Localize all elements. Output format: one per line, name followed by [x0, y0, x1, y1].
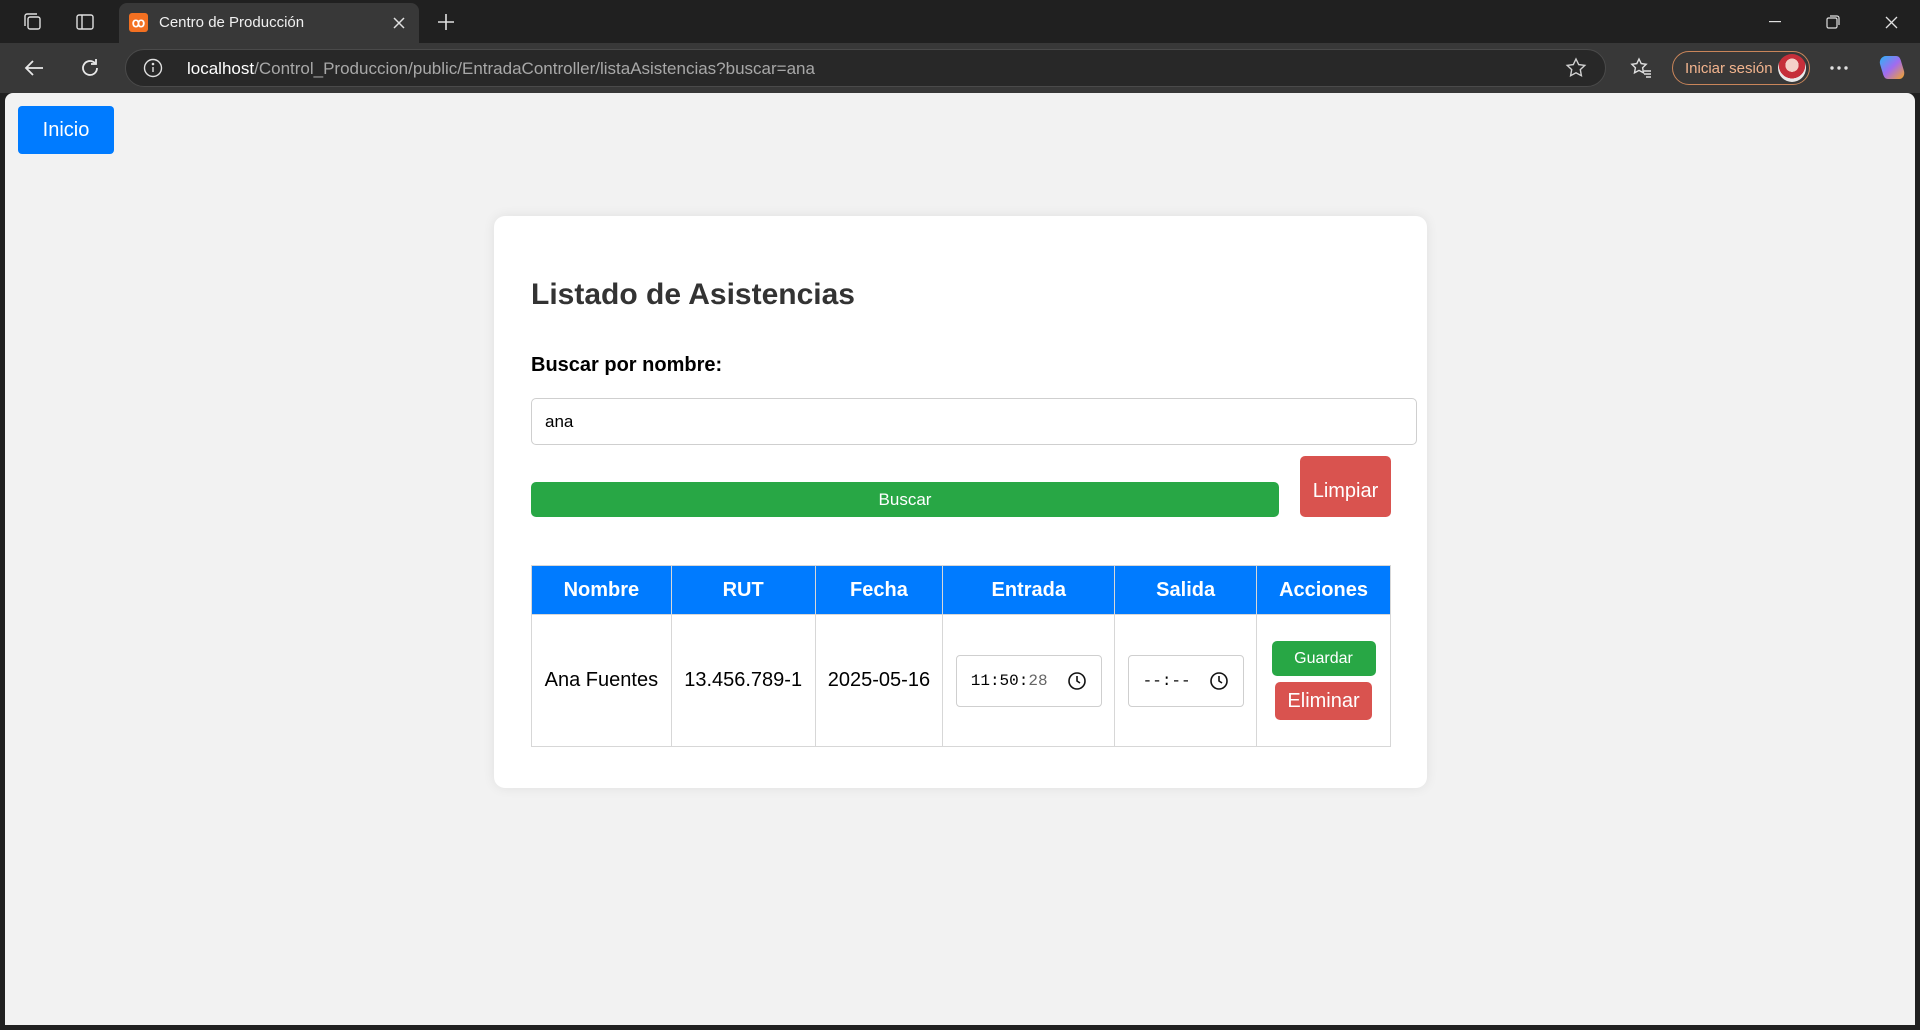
url-host: localhost: [187, 59, 255, 78]
guardar-button[interactable]: Guardar: [1271, 641, 1376, 676]
search-input[interactable]: [531, 398, 1417, 445]
reload-icon[interactable]: [73, 51, 107, 85]
url-path: /Control_Produccion/public/EntradaContro…: [254, 59, 815, 78]
site-info-icon[interactable]: [143, 58, 163, 78]
workspaces-icon[interactable]: [20, 9, 46, 35]
attendance-table: Nombre RUT Fecha Entrada Salida Acciones…: [531, 565, 1391, 747]
minimize-icon[interactable]: [1752, 4, 1798, 40]
attendance-card: Listado de Asistencias Buscar por nombre…: [494, 216, 1427, 788]
salida-time-value: --:--: [1142, 671, 1191, 690]
inicio-button[interactable]: Inicio: [18, 106, 114, 154]
restore-icon[interactable]: [1810, 4, 1856, 40]
page-title: Listado de Asistencias: [531, 278, 855, 311]
back-icon[interactable]: [17, 51, 51, 85]
cell-acciones: Guardar Eliminar: [1256, 614, 1391, 747]
column-header-salida: Salida: [1114, 565, 1258, 615]
address-bar[interactable]: localhost/Control_Produccion/public/Entr…: [125, 49, 1606, 87]
limpiar-button[interactable]: Limpiar: [1300, 456, 1391, 517]
table-row: Ana Fuentes 13.456.789-1 2025-05-16 11:5…: [531, 614, 1391, 747]
xampp-icon: ꝏ: [129, 13, 148, 32]
tab-actions-icon[interactable]: [72, 9, 98, 35]
column-header-entrada: Entrada: [942, 565, 1116, 615]
tab-title: Centro de Producción: [159, 14, 305, 31]
cell-salida: --:--: [1114, 614, 1258, 747]
entrada-time-hm: 11:50:: [970, 671, 1029, 690]
favorite-star-icon[interactable]: [1565, 57, 1587, 79]
cell-rut: 13.456.789-1: [670, 614, 816, 747]
buscar-button[interactable]: Buscar: [531, 482, 1279, 517]
page-viewport: Inicio Listado de Asistencias Buscar por…: [5, 93, 1915, 1025]
cell-entrada: 11:50:28: [942, 614, 1116, 747]
column-header-nombre: Nombre: [531, 565, 672, 615]
cell-nombre: Ana Fuentes: [531, 614, 672, 747]
column-header-acciones: Acciones: [1256, 565, 1391, 615]
browser-toolbar: localhost/Control_Produccion/public/Entr…: [0, 43, 1920, 93]
profile-avatar: [1778, 54, 1806, 82]
browser-tab-active[interactable]: ꝏ Centro de Producción: [119, 3, 419, 43]
cell-fecha: 2025-05-16: [814, 614, 944, 747]
entrada-time-input[interactable]: 11:50:28: [955, 654, 1102, 707]
close-tab-icon[interactable]: [387, 11, 411, 35]
entrada-time-seconds: 28: [1028, 671, 1048, 690]
more-options-icon[interactable]: [1822, 51, 1856, 85]
eliminar-button[interactable]: Eliminar: [1275, 682, 1373, 720]
browser-tab-bar: ꝏ Centro de Producción: [0, 0, 1920, 43]
clock-icon[interactable]: [1209, 671, 1229, 691]
close-window-icon[interactable]: [1868, 4, 1914, 40]
url-text[interactable]: localhost/Control_Produccion/public/Entr…: [187, 59, 815, 79]
copilot-icon[interactable]: [1877, 53, 1907, 83]
search-label: Buscar por nombre:: [531, 354, 723, 376]
salida-time-input[interactable]: --:--: [1127, 654, 1244, 707]
clock-icon[interactable]: [1067, 671, 1087, 691]
new-tab-icon[interactable]: [432, 8, 460, 36]
favorites-icon[interactable]: [1624, 51, 1658, 85]
column-header-rut: RUT: [670, 565, 816, 615]
entrada-time-value: 11:50:28: [971, 672, 1048, 690]
signin-label: Iniciar sesión: [1685, 60, 1773, 77]
table-header-row: Nombre RUT Fecha Entrada Salida Acciones: [531, 565, 1391, 615]
column-header-fecha: Fecha: [814, 565, 944, 615]
signin-button[interactable]: Iniciar sesión: [1672, 51, 1810, 85]
